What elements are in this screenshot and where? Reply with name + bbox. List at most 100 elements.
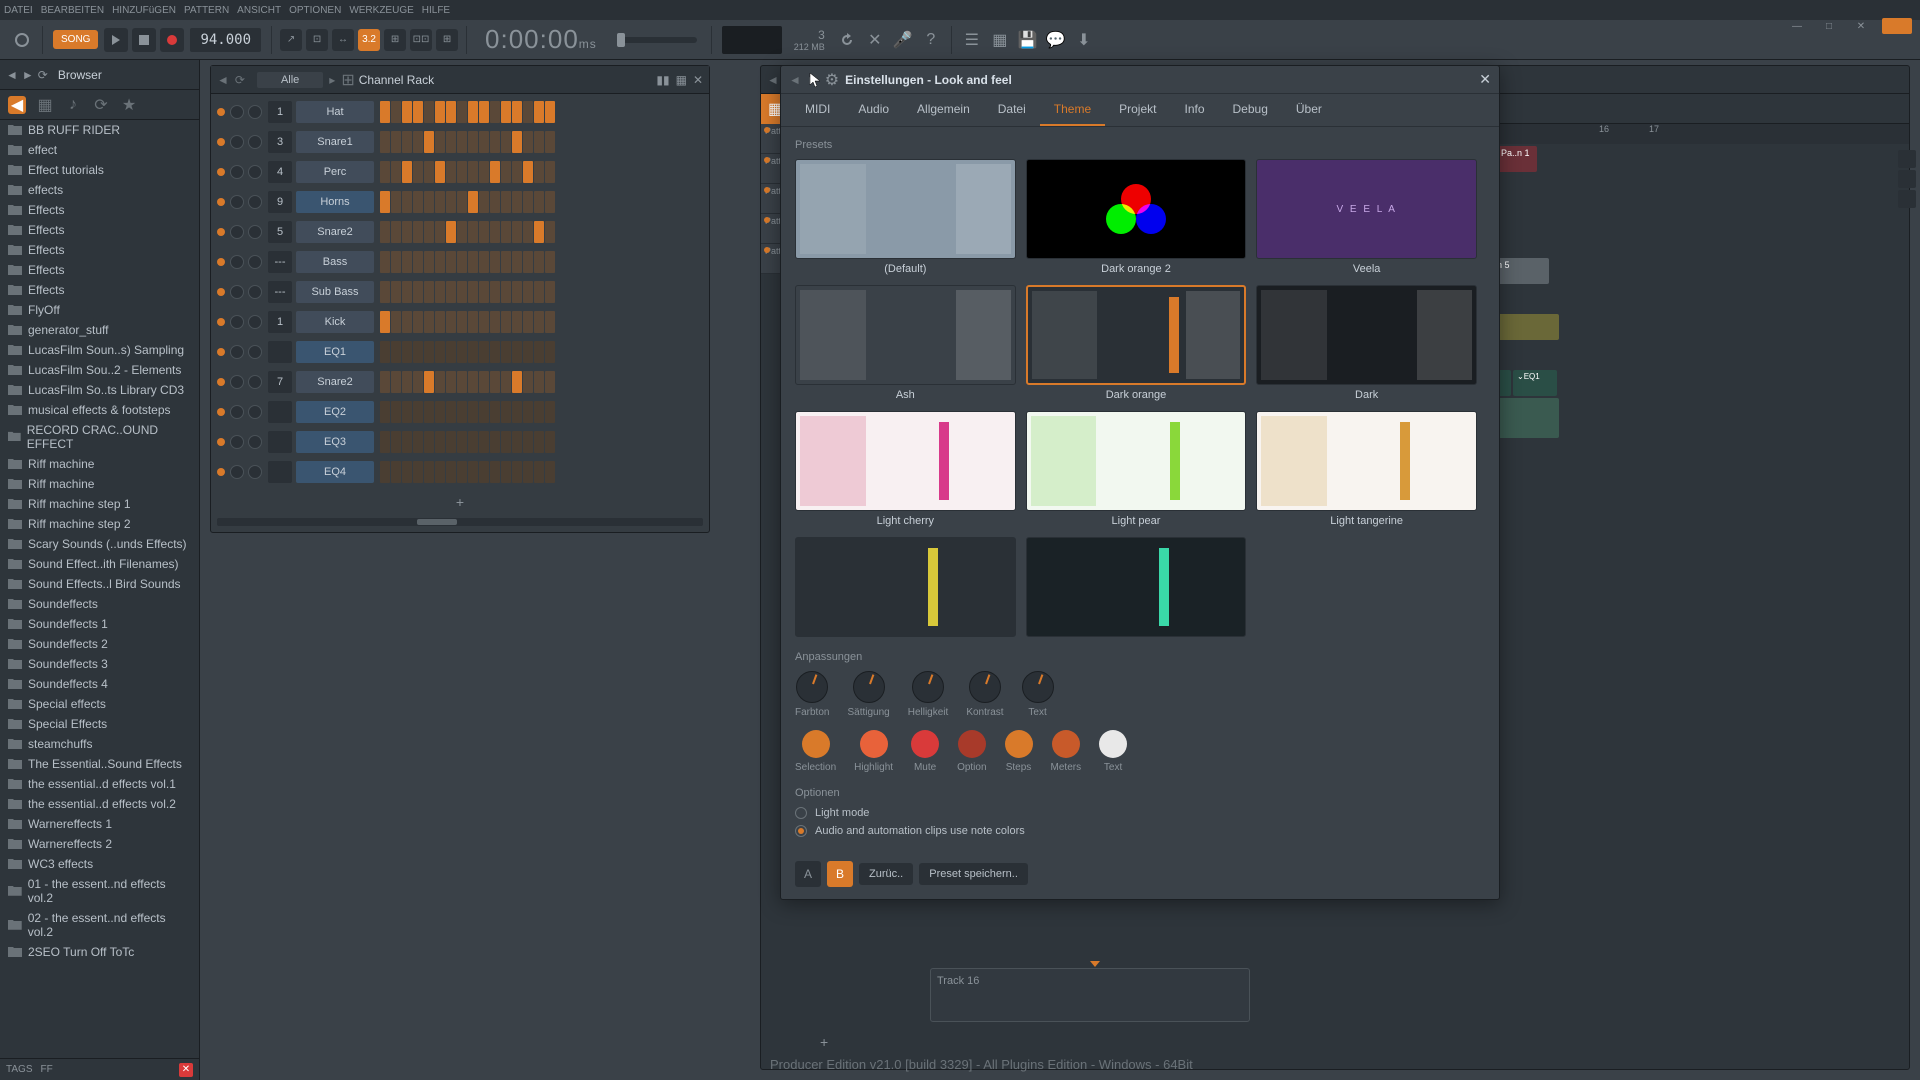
tool-6[interactable]: ⊡⊡ [410, 29, 432, 51]
step-button[interactable] [402, 251, 412, 273]
step-button[interactable] [468, 131, 478, 153]
step-button[interactable] [380, 221, 390, 243]
close-button[interactable]: ✕ [1846, 18, 1876, 34]
step-button[interactable] [391, 251, 401, 273]
cr-scrollbar[interactable] [217, 518, 703, 526]
step-button[interactable] [479, 371, 489, 393]
step-button[interactable] [501, 131, 511, 153]
settings-tab-audio[interactable]: Audio [844, 94, 903, 126]
step-button[interactable] [468, 401, 478, 423]
step-button[interactable] [501, 371, 511, 393]
step-button[interactable] [479, 461, 489, 483]
step-button[interactable] [435, 311, 445, 333]
step-button[interactable] [391, 401, 401, 423]
step-button[interactable] [446, 371, 456, 393]
step-button[interactable] [490, 161, 500, 183]
step-button[interactable] [391, 431, 401, 453]
step-button[interactable] [501, 431, 511, 453]
browser-item[interactable]: Soundeffects 2 [0, 634, 199, 654]
channel-name-button[interactable]: EQ4 [296, 461, 374, 483]
browser-item[interactable]: BB RUFF RIDER [0, 120, 199, 140]
step-button[interactable] [435, 431, 445, 453]
browser-star-icon[interactable]: ★ [120, 96, 138, 114]
channel-led[interactable] [217, 168, 225, 176]
stop-button[interactable] [132, 28, 156, 52]
step-button[interactable] [468, 341, 478, 363]
step-button[interactable] [446, 311, 456, 333]
step-button[interactable] [501, 161, 511, 183]
step-button[interactable] [490, 191, 500, 213]
browser-audio-icon[interactable]: ♪ [64, 96, 82, 114]
pan-knob[interactable] [230, 195, 244, 209]
step-button[interactable] [501, 251, 511, 273]
step-button[interactable] [512, 341, 522, 363]
step-button[interactable] [534, 131, 544, 153]
color-swatch-text[interactable] [1099, 730, 1127, 758]
adjust-knob-helligkeit[interactable]: .knob:nth-child(1)::after{transform:rota… [912, 671, 944, 703]
step-button[interactable] [501, 311, 511, 333]
step-button[interactable] [380, 161, 390, 183]
step-button[interactable] [413, 371, 423, 393]
browser-item[interactable]: LucasFilm Soun..s) Sampling [0, 340, 199, 360]
undo-icon[interactable] [835, 28, 859, 52]
vol-knob[interactable] [248, 465, 262, 479]
step-button[interactable] [545, 191, 555, 213]
channel-number[interactable]: 7 [268, 371, 292, 393]
step-button[interactable] [424, 161, 434, 183]
step-button[interactable] [391, 371, 401, 393]
play-button[interactable] [104, 28, 128, 52]
step-button[interactable] [490, 371, 500, 393]
cr-close-icon[interactable]: ✕ [693, 73, 703, 87]
step-button[interactable] [413, 311, 423, 333]
step-button[interactable] [490, 311, 500, 333]
playlist-clip[interactable]: ⌄EQ1 [1513, 370, 1557, 396]
cr-grid-icon[interactable]: ▦ [676, 73, 687, 87]
menu-file[interactable]: DATEI [4, 5, 33, 16]
tag-ff[interactable]: FF [40, 1064, 52, 1075]
browser-item[interactable]: Warnereffects 2 [0, 834, 199, 854]
color-swatch-steps[interactable] [1005, 730, 1033, 758]
browser-item[interactable]: Effects [0, 260, 199, 280]
playlist-back-icon[interactable]: ◄ [767, 73, 779, 87]
browser-item[interactable]: The Essential..Sound Effects [0, 754, 199, 774]
step-button[interactable] [490, 101, 500, 123]
step-button[interactable] [391, 341, 401, 363]
step-button[interactable] [380, 431, 390, 453]
browser-item[interactable]: LucasFilm Sou..2 - Elements [0, 360, 199, 380]
step-button[interactable] [490, 341, 500, 363]
vol-knob[interactable] [248, 165, 262, 179]
vol-knob[interactable] [248, 405, 262, 419]
step-button[interactable] [435, 461, 445, 483]
step-button[interactable] [457, 401, 467, 423]
settings-tab-über[interactable]: Über [1282, 94, 1336, 126]
channel-led[interactable] [217, 288, 225, 296]
step-button[interactable] [534, 191, 544, 213]
pan-knob[interactable] [230, 435, 244, 449]
pan-knob[interactable] [230, 465, 244, 479]
step-button[interactable] [545, 221, 555, 243]
step-button[interactable] [523, 251, 533, 273]
settings-tab-projekt[interactable]: Projekt [1105, 94, 1170, 126]
download-icon[interactable]: ⬇ [1072, 28, 1096, 52]
browser-item[interactable]: Effects [0, 240, 199, 260]
browser-back-icon[interactable]: ◄ [6, 68, 18, 82]
step-button[interactable] [424, 461, 434, 483]
step-button[interactable] [490, 221, 500, 243]
channel-name-button[interactable]: EQ3 [296, 431, 374, 453]
browser-item[interactable]: Soundeffects [0, 594, 199, 614]
step-button[interactable] [523, 281, 533, 303]
hamburger-icon[interactable] [1882, 18, 1912, 34]
cr-view-icon[interactable]: ▮▮ [656, 73, 669, 87]
menu-add[interactable]: HINZUFüGEN [112, 5, 176, 16]
step-button[interactable] [402, 311, 412, 333]
theme-preset[interactable]: Light cherry [795, 411, 1016, 527]
step-button[interactable] [446, 341, 456, 363]
track-handle-icon[interactable] [1090, 961, 1100, 969]
step-button[interactable] [545, 431, 555, 453]
step-button[interactable] [512, 371, 522, 393]
settings-tab-debug[interactable]: Debug [1219, 94, 1282, 126]
step-button[interactable] [479, 101, 489, 123]
step-button[interactable] [545, 101, 555, 123]
step-button[interactable] [479, 341, 489, 363]
right-tool-3[interactable] [1898, 190, 1916, 208]
